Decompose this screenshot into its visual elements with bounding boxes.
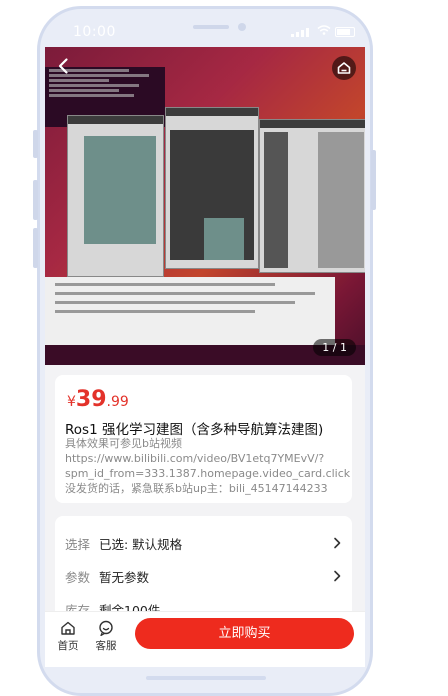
app-screen: 1 / 1 ¥39.99 Ros1 强化学习建图（含多种导航算法建图) 具体效果… bbox=[45, 47, 365, 667]
chevron-right-icon bbox=[334, 537, 341, 549]
bottom-action-bar: 首页 客服 立即购买 bbox=[45, 611, 365, 667]
status-time: 10:00 bbox=[73, 24, 116, 40]
price-card: ¥39.99 Ros1 强化学习建图（含多种导航算法建图) 具体效果可参见b站视… bbox=[55, 375, 352, 503]
image-counter: 1 / 1 bbox=[313, 339, 356, 356]
document-window bbox=[45, 277, 335, 345]
spec-key: 选择 bbox=[65, 537, 91, 552]
spec-key: 参数 bbox=[65, 570, 91, 585]
house-icon bbox=[337, 62, 351, 74]
phone-side-button bbox=[371, 150, 376, 210]
status-bar: 10:00 bbox=[45, 14, 365, 48]
chat-icon bbox=[99, 620, 113, 636]
back-arrow-icon[interactable] bbox=[55, 57, 73, 75]
map-editor-window bbox=[165, 107, 259, 269]
phone-notch bbox=[165, 14, 275, 42]
home-nav-label: 首页 bbox=[57, 640, 79, 652]
price-decimal: .99 bbox=[106, 394, 129, 410]
signal-icon bbox=[291, 28, 309, 37]
service-nav-button[interactable]: 客服 bbox=[88, 620, 124, 653]
product-description: 具体效果可参见b站视频 https://www.bilibili.com/vid… bbox=[65, 437, 350, 495]
battery-icon bbox=[335, 27, 355, 37]
phone-side-button bbox=[33, 130, 38, 158]
spec-row-select[interactable]: 选择 已选: 默认规格 bbox=[65, 534, 343, 554]
home-nav-button[interactable]: 首页 bbox=[50, 620, 86, 653]
product-price: ¥39.99 bbox=[67, 387, 129, 412]
spec-row-params[interactable]: 参数 暂无参数 bbox=[65, 567, 343, 587]
wifi-icon bbox=[317, 25, 331, 35]
phone-side-button bbox=[33, 180, 38, 220]
home-icon bbox=[61, 621, 75, 635]
phone-side-button bbox=[33, 228, 38, 268]
product-image-gallery[interactable]: 1 / 1 bbox=[45, 47, 365, 365]
home-button[interactable] bbox=[332, 56, 356, 80]
home-indicator bbox=[146, 676, 266, 680]
product-title: Ros1 强化学习建图（含多种导航算法建图) bbox=[65, 422, 324, 438]
currency-symbol: ¥ bbox=[67, 394, 76, 410]
chevron-right-icon bbox=[334, 570, 341, 582]
spec-value: 已选: 默认规格 bbox=[99, 537, 183, 552]
service-nav-label: 客服 bbox=[95, 640, 117, 652]
image-viewer-window bbox=[259, 119, 365, 273]
gimp-tools-window bbox=[67, 115, 164, 277]
buy-now-button[interactable]: 立即购买 bbox=[135, 618, 354, 649]
price-integer: 39 bbox=[75, 387, 107, 412]
spec-value: 暂无参数 bbox=[99, 570, 150, 585]
